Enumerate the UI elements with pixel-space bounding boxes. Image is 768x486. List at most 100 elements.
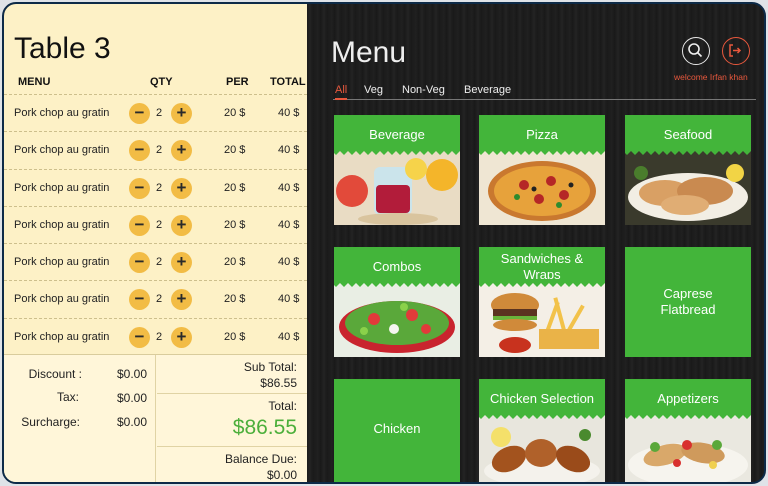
appetizer-photo-icon <box>625 415 751 482</box>
tile-label: Caprese Flatbread <box>660 286 716 317</box>
summary-adjustments: Discount : $0.00 Tax: $0.00 Surcharge: $… <box>4 355 156 482</box>
category-tile-sandwiches-wraps[interactable]: Sandwiches & Wraps <box>479 247 605 357</box>
increase-qty-button[interactable]: + <box>171 177 192 199</box>
zigzag-divider <box>479 279 605 287</box>
increase-qty-button[interactable]: + <box>171 252 192 274</box>
summary-divider <box>157 446 307 447</box>
zigzag-divider <box>479 147 605 155</box>
item-qty: 2 <box>156 144 163 157</box>
logout-button[interactable] <box>722 37 750 65</box>
table-title: Table 3 <box>14 32 111 65</box>
category-tile-appetizers[interactable]: Appetizers <box>625 379 751 482</box>
order-items: Pork chop au gratin − 2 + 20 $ 40 $ Pork… <box>4 94 307 356</box>
increase-qty-button[interactable]: + <box>171 103 192 124</box>
item-price: 20 $ <box>224 218 246 231</box>
total-label: Total: <box>268 399 297 413</box>
category-tabs: All Veg Non-Veg Beverage <box>333 84 756 100</box>
item-name: Pork chop au gratin <box>14 256 110 269</box>
item-price: 20 $ <box>224 256 246 269</box>
tab-non-veg[interactable]: Non-Veg <box>402 84 445 96</box>
order-row: Pork chop au gratin − 2 + 20 $ 40 $ <box>4 131 307 168</box>
balance-due-value: $0.00 <box>266 468 297 482</box>
increase-qty-button[interactable]: + <box>171 289 192 311</box>
order-row: Pork chop au gratin − 2 + 20 $ 40 $ <box>4 94 307 131</box>
item-name: Pork chop au gratin <box>14 107 110 119</box>
increase-qty-button[interactable]: + <box>171 214 192 236</box>
tab-all[interactable]: All <box>335 84 348 100</box>
zigzag-divider <box>625 147 751 155</box>
decrease-qty-button[interactable]: − <box>129 214 150 236</box>
item-qty: 2 <box>156 330 163 343</box>
tile-label: Combos <box>372 259 422 274</box>
item-name: Pork chop au gratin <box>14 293 110 306</box>
pizza-photo-icon <box>479 151 605 225</box>
order-row: Pork chop au gratin − 2 + 20 $ 40 $ <box>4 243 307 280</box>
column-qty: QTY <box>150 76 173 88</box>
zigzag-divider <box>334 279 460 287</box>
beverage-photo-icon <box>334 151 460 225</box>
order-row: Pork chop au gratin − 2 + 20 $ 40 $ <box>4 317 307 356</box>
zigzag-divider <box>334 147 460 155</box>
item-total: 40 $ <box>278 293 300 306</box>
summary-divider <box>157 393 307 394</box>
chicken-photo-icon <box>479 415 605 482</box>
tile-label: Appetizers <box>657 391 719 406</box>
column-per: PER <box>226 76 249 88</box>
column-menu: MENU <box>18 76 51 88</box>
item-name: Pork chop au gratin <box>14 144 110 157</box>
item-qty: 2 <box>156 107 163 119</box>
menu-panel: Menu welcome Irfan khan All Veg Non-Veg … <box>307 4 764 482</box>
column-total: TOTAL <box>270 76 306 88</box>
decrease-qty-button[interactable]: − <box>129 103 150 124</box>
category-tile-pizza[interactable]: Pizza <box>479 115 605 225</box>
tile-label: Chicken Selection <box>489 391 595 406</box>
welcome-user: welcome Irfan khan <box>674 72 748 82</box>
item-name: Pork chop au gratin <box>14 181 110 194</box>
increase-qty-button[interactable]: + <box>171 326 192 348</box>
decrease-qty-button[interactable]: − <box>129 252 150 274</box>
tile-label: Pizza <box>526 127 558 142</box>
search-button[interactable] <box>682 37 710 65</box>
item-total: 40 $ <box>278 330 300 343</box>
category-tile-chicken-selection[interactable]: Chicken Selection <box>479 379 605 482</box>
tax-label: Tax: <box>56 390 79 404</box>
discount-label: Discount : <box>28 367 82 381</box>
decrease-qty-button[interactable]: − <box>129 177 150 199</box>
tab-beverage[interactable]: Beverage <box>464 84 511 96</box>
decrease-qty-button[interactable]: − <box>129 289 150 311</box>
tab-veg[interactable]: Veg <box>364 84 383 96</box>
order-row: Pork chop au gratin − 2 + 20 $ 40 $ <box>4 280 307 317</box>
increase-qty-button[interactable]: + <box>171 140 192 162</box>
logout-icon <box>729 44 742 57</box>
item-total: 40 $ <box>278 256 300 269</box>
burger-photo-icon <box>479 283 605 357</box>
tile-label: Chicken <box>373 421 421 436</box>
category-tile-caprese-flatbread[interactable]: Caprese Flatbread <box>625 247 751 357</box>
tile-label: Beverage <box>369 127 425 142</box>
item-qty: 2 <box>156 218 163 231</box>
subtotal-value: $86.55 <box>260 376 297 390</box>
zigzag-divider <box>625 411 751 419</box>
tax-value: $0.00 <box>117 391 148 405</box>
item-total: 40 $ <box>278 218 300 231</box>
salad-photo-icon <box>334 283 460 357</box>
item-qty: 2 <box>156 181 163 194</box>
item-price: 20 $ <box>224 144 246 157</box>
decrease-qty-button[interactable]: − <box>129 140 150 162</box>
category-tile-seafood[interactable]: Seafood <box>625 115 751 225</box>
order-row: Pork chop au gratin − 2 + 20 $ 40 $ <box>4 205 307 243</box>
app-window: Table 3 MENU QTY PER TOTAL Pork chop au … <box>2 2 766 484</box>
item-total: 40 $ <box>278 107 300 119</box>
decrease-qty-button[interactable]: − <box>129 326 150 348</box>
item-name: Pork chop au gratin <box>14 218 110 231</box>
order-column-headers: MENU QTY PER TOTAL <box>4 76 307 92</box>
subtotal-label: Sub Total: <box>243 360 297 374</box>
zigzag-divider <box>479 411 605 419</box>
discount-value: $0.00 <box>117 367 148 381</box>
category-tile-combos[interactable]: Combos <box>334 247 460 357</box>
item-qty: 2 <box>156 293 163 306</box>
item-name: Pork chop au gratin <box>14 330 110 343</box>
category-tile-beverage[interactable]: Beverage <box>334 115 460 225</box>
category-tile-chicken[interactable]: Chicken <box>334 379 460 482</box>
seafood-photo-icon <box>625 151 751 225</box>
